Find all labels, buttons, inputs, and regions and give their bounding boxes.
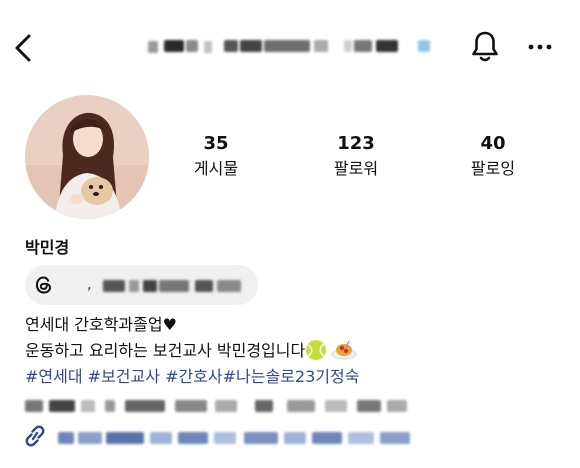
followers-label: 팔로워 — [333, 159, 379, 178]
stat-following[interactable]: 40 팔로잉 — [457, 133, 529, 180]
followers-count: 123 — [337, 133, 375, 154]
bio-redacted-line — [25, 396, 415, 416]
avatar-photo — [25, 95, 149, 219]
stat-followers[interactable]: 123 팔로워 — [320, 133, 392, 180]
link-icon — [25, 425, 45, 447]
threads-icon — [35, 276, 52, 294]
more-horizontal-icon — [528, 44, 552, 50]
more-options-button[interactable] — [527, 37, 553, 57]
chevron-left-icon — [15, 34, 31, 62]
external-link[interactable] — [22, 420, 422, 452]
bell-icon — [472, 31, 498, 62]
hashtag-link[interactable]: #연세대 — [25, 367, 83, 386]
hashtag-link[interactable]: #간호사 — [165, 367, 223, 386]
posts-label: 게시물 — [193, 159, 239, 178]
bio-line-1: 연세대 간호학과졸업♥ — [25, 315, 177, 334]
bio-line-2: 운동하고 요리하는 보건교사 박민경입니다 — [25, 338, 359, 364]
profile-bio: 연세대 간호학과졸업♥ 운동하고 요리하는 보건교사 박민경입니다 #연세대 #… — [25, 312, 359, 390]
display-name: 박민경 — [25, 238, 70, 257]
following-label: 팔로잉 — [470, 159, 516, 178]
hashtag-link[interactable]: #나는솔로23기정숙 — [223, 367, 360, 386]
bio-hashtags: #연세대 #보건교사 #간호사#나는솔로23기정숙 — [25, 364, 359, 390]
top-bar — [0, 0, 580, 95]
threads-link-badge[interactable]: , — [25, 265, 258, 305]
posts-count: 35 — [203, 133, 229, 154]
hashtag-link[interactable]: #보건교사 — [88, 367, 160, 386]
tennis-ball-icon — [306, 340, 327, 360]
username-title — [148, 36, 433, 58]
back-button[interactable] — [8, 30, 38, 66]
threads-link-prefix: , — [87, 277, 92, 293]
spaghetti-icon — [331, 340, 357, 360]
following-count: 40 — [480, 133, 506, 154]
profile-avatar[interactable] — [25, 95, 149, 219]
notifications-button[interactable] — [470, 29, 500, 65]
stat-posts[interactable]: 35 게시물 — [181, 133, 251, 180]
bio-line-2-text: 운동하고 요리하는 보건교사 박민경입니다 — [25, 341, 306, 360]
